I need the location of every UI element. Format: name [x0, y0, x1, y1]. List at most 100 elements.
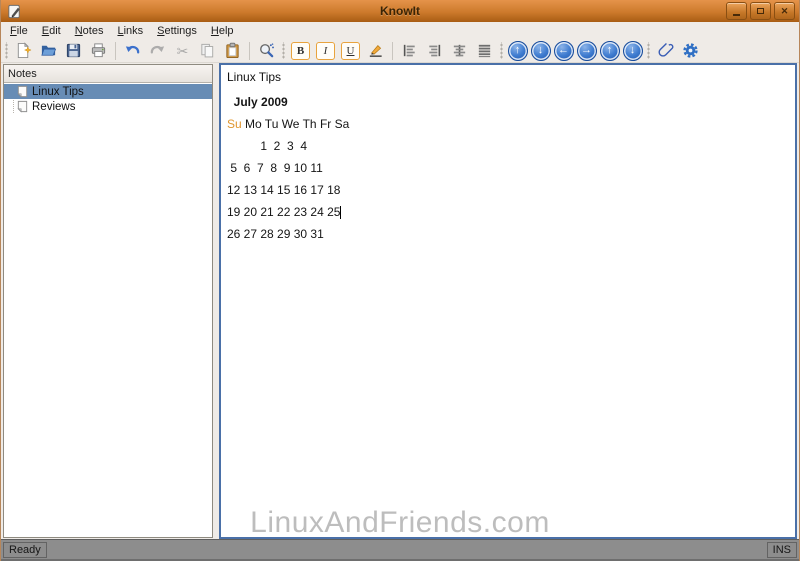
copy-button[interactable]	[196, 40, 219, 62]
close-icon: ✕	[780, 5, 789, 16]
bold-button[interactable]: B	[289, 40, 312, 62]
main-content: Notes Linux Tips Reviews Linux Tips July …	[1, 63, 799, 539]
nav-top-icon: ↑	[606, 44, 613, 56]
note-icon	[16, 100, 29, 113]
editor-line-4: 12 13 14 15 16 17 18	[227, 183, 341, 197]
underline-icon: U	[341, 41, 360, 60]
nav-up-button[interactable]: ↑	[507, 40, 528, 61]
titlebar[interactable]: KnowIt ✕	[1, 0, 799, 22]
paperclip-icon	[658, 43, 674, 57]
undo-button[interactable]	[121, 40, 144, 62]
minimize-icon	[733, 13, 740, 16]
copy-icon	[201, 43, 214, 58]
minimize-button[interactable]	[726, 2, 747, 20]
nav-down-icon: ↓	[537, 44, 544, 56]
new-note-icon	[17, 42, 32, 59]
toolbar-grip[interactable]	[4, 42, 9, 59]
align-center-button[interactable]	[448, 40, 471, 62]
notes-sidebar: Notes Linux Tips Reviews	[3, 64, 213, 538]
italic-icon: I	[316, 41, 335, 60]
cut-button[interactable]: ✂	[171, 40, 194, 62]
menu-notes[interactable]: Notes	[68, 24, 111, 38]
nav-back-button[interactable]: ←	[553, 40, 574, 61]
toolbar-separator	[249, 41, 250, 60]
editor-body[interactable]: July 2009 Su Mo Tu We Th Fr Sa 1 2 3 4 5 …	[227, 96, 795, 241]
save-icon	[66, 43, 81, 58]
align-center-icon	[453, 44, 466, 57]
close-button[interactable]: ✕	[774, 2, 795, 20]
align-right-button[interactable]	[423, 40, 446, 62]
nav-forward-button[interactable]: →	[576, 40, 597, 61]
menu-file[interactable]: File	[3, 24, 35, 38]
paste-button[interactable]	[221, 40, 244, 62]
folder-open-icon	[41, 45, 57, 56]
menu-edit[interactable]: Edit	[35, 24, 68, 38]
text-cursor	[340, 206, 342, 219]
pen-icon	[369, 45, 382, 57]
undo-icon	[125, 45, 140, 54]
tree-item-label: Linux Tips	[32, 85, 84, 98]
nav-bottom-button[interactable]: ↓	[622, 40, 643, 61]
tree-item-linux-tips[interactable]: Linux Tips	[4, 84, 212, 99]
nav-back-icon: ←	[558, 44, 569, 56]
menu-links[interactable]: Links	[110, 24, 150, 38]
save-button[interactable]	[62, 40, 85, 62]
note-title: Linux Tips	[227, 70, 282, 84]
toolbar-grip[interactable]	[646, 42, 651, 59]
configure-button[interactable]	[679, 40, 702, 62]
maximize-button[interactable]	[750, 2, 771, 20]
notes-column-header[interactable]: Notes	[4, 65, 212, 83]
editor-line-1: Su Mo Tu We Th Fr Sa	[227, 117, 350, 131]
maximize-icon	[757, 8, 764, 14]
note-icon	[16, 85, 29, 98]
nav-top-button[interactable]: ↑	[599, 40, 620, 61]
editor-line-6: 26 27 28 29 30 31	[227, 227, 324, 241]
statusbar: Ready INS	[1, 539, 799, 561]
find-button[interactable]	[255, 40, 278, 62]
tree-item-label: Reviews	[32, 100, 76, 113]
toolbar-separator	[392, 41, 393, 60]
window-controls: ✕	[726, 2, 795, 20]
print-button[interactable]	[87, 40, 110, 62]
align-left-icon	[403, 44, 415, 57]
align-left-button[interactable]	[398, 40, 421, 62]
underline-button[interactable]: U	[339, 40, 362, 62]
status-message: Ready	[3, 541, 47, 558]
toolbar: ✂ B I U ↑ ↓ ← → ↑ ↓	[1, 39, 799, 63]
open-button[interactable]	[37, 40, 60, 62]
editor-line-2: 1 2 3 4	[227, 139, 308, 153]
align-justify-icon	[478, 44, 491, 58]
window-title: KnowIt	[380, 4, 420, 18]
menu-settings[interactable]: Settings	[150, 24, 204, 38]
nav-down-button[interactable]: ↓	[530, 40, 551, 61]
insert-mode-indicator: INS	[766, 541, 797, 558]
toolbar-separator	[115, 41, 116, 60]
sunday-label: Su	[227, 117, 242, 131]
redo-icon	[150, 45, 165, 54]
editor-line-3: 5 6 7 8 9 10 11	[227, 161, 323, 175]
paste-icon	[226, 42, 239, 59]
editor-line-5: 19 20 21 22 23 24 25	[227, 205, 342, 219]
toolbar-grip[interactable]	[281, 42, 286, 59]
print-icon	[91, 43, 106, 58]
menubar: File Edit Notes Links Settings Help	[1, 22, 799, 39]
new-note-button[interactable]	[12, 40, 35, 62]
text-color-button[interactable]	[364, 40, 387, 62]
italic-button[interactable]: I	[314, 40, 337, 62]
note-editor[interactable]: Linux Tips July 2009 Su Mo Tu We Th Fr Sa…	[219, 63, 797, 539]
bold-icon: B	[291, 41, 310, 60]
menu-help[interactable]: Help	[204, 24, 241, 38]
align-justify-button[interactable]	[473, 40, 496, 62]
attachment-button[interactable]	[654, 40, 677, 62]
nav-up-icon: ↑	[514, 44, 521, 56]
find-icon	[260, 43, 274, 58]
nav-bottom-icon: ↓	[629, 44, 636, 56]
toolbar-grip[interactable]	[499, 42, 504, 59]
redo-button[interactable]	[146, 40, 169, 62]
gear-icon	[683, 43, 698, 58]
tree-item-reviews[interactable]: Reviews	[4, 99, 212, 114]
nav-forward-icon: →	[581, 44, 592, 56]
cut-icon: ✂	[176, 42, 189, 59]
align-right-icon	[429, 44, 441, 57]
notes-tree: Linux Tips Reviews	[4, 83, 212, 537]
